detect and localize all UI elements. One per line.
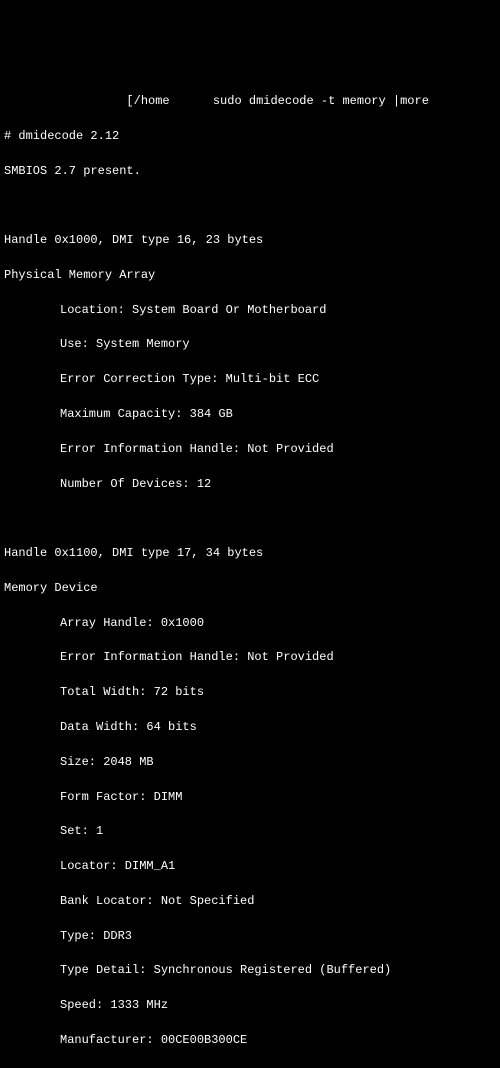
field-row: Location: System Board Or Motherboard xyxy=(4,302,496,319)
handle-header: Handle 0x1100, DMI type 17, 34 bytes xyxy=(4,545,496,562)
section-title: Physical Memory Array xyxy=(4,267,496,284)
hidden-user xyxy=(170,94,213,108)
section-title: Memory Device xyxy=(4,580,496,597)
output-line: # dmidecode 2.12 xyxy=(4,128,496,145)
field-row: Locator: DIMM_A1 xyxy=(4,858,496,875)
blank-line xyxy=(4,197,496,214)
prompt-line: [/home sudo dmidecode -t memory |more xyxy=(4,93,496,110)
field-row: Manufacturer: 00CE00B300CE xyxy=(4,1032,496,1049)
command-text: sudo dmidecode -t memory |more xyxy=(213,94,429,108)
terminal-output: [/home sudo dmidecode -t memory |more # … xyxy=(0,70,500,1068)
field-row: Maximum Capacity: 384 GB xyxy=(4,406,496,423)
field-row: Array Handle: 0x1000 xyxy=(4,615,496,632)
field-row: Size: 2048 MB xyxy=(4,754,496,771)
cwd: [/home xyxy=(126,94,169,108)
field-row: Form Factor: DIMM xyxy=(4,789,496,806)
field-row: Number Of Devices: 12 xyxy=(4,476,496,493)
output-line: SMBIOS 2.7 present. xyxy=(4,163,496,180)
handle-header: Handle 0x1000, DMI type 16, 23 bytes xyxy=(4,232,496,249)
hidden-host xyxy=(4,94,126,108)
field-row: Data Width: 64 bits xyxy=(4,719,496,736)
field-row: Set: 1 xyxy=(4,823,496,840)
field-row: Speed: 1333 MHz xyxy=(4,997,496,1014)
field-row: Bank Locator: Not Specified xyxy=(4,893,496,910)
blank-line xyxy=(4,510,496,527)
field-row: Type Detail: Synchronous Registered (Buf… xyxy=(4,962,496,979)
field-row: Error Information Handle: Not Provided xyxy=(4,649,496,666)
field-row: Error Correction Type: Multi-bit ECC xyxy=(4,371,496,388)
field-row: Use: System Memory xyxy=(4,336,496,353)
field-row: Type: DDR3 xyxy=(4,928,496,945)
field-row: Error Information Handle: Not Provided xyxy=(4,441,496,458)
field-row: Total Width: 72 bits xyxy=(4,684,496,701)
field-row: Serial Number: 83A9CB2B xyxy=(4,1067,496,1068)
